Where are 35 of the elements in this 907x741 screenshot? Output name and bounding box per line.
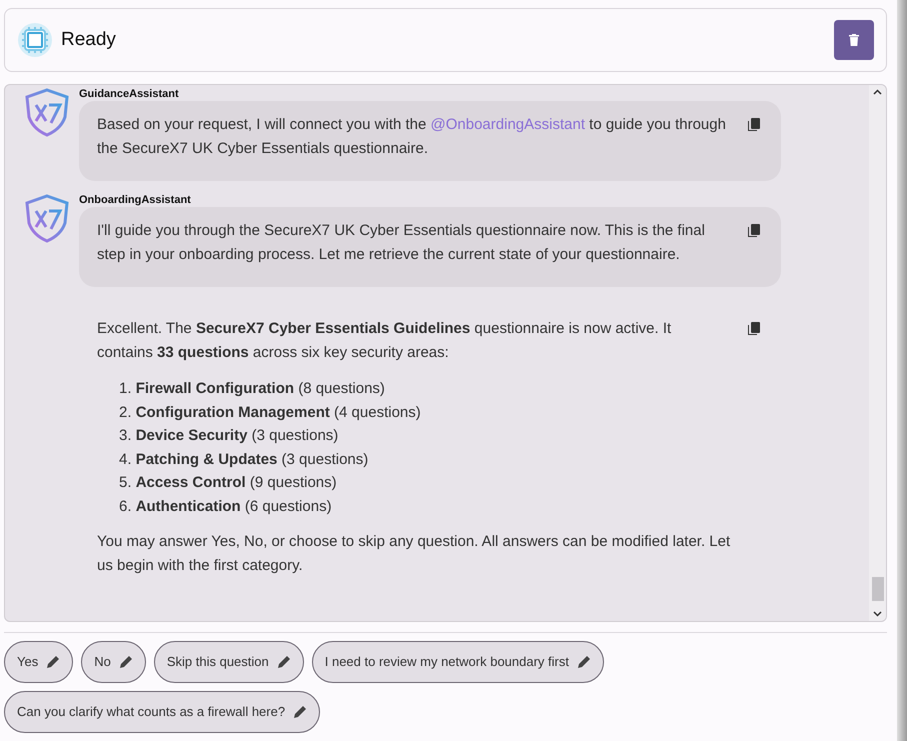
list-item: 1. Firewall Configuration (8 questions) <box>119 379 386 399</box>
scrollbar[interactable] <box>869 85 886 621</box>
message-text: I'll guide you through the SecureX7 UK Cyber Essentials questionnaire now. This is the final step in your onboarding process. Let me retrieve the current state of your questionnaire. <box>97 221 706 265</box>
message-text: Based on your request, I will connect you with the @OnboardingAssistant to guide you through the SecureX7 UK Cyber Essentials questionnaire. <box>97 115 727 159</box>
list-item: 5. Access Control (9 questions) <box>119 473 338 493</box>
list-item: 3. Device Security (3 questions) <box>119 426 340 446</box>
pencil-icon <box>118 655 133 669</box>
shield-logo-icon <box>23 87 71 137</box>
pencil-icon <box>576 655 591 669</box>
message-text: Excellent. The SecureX7 Cyber Essentials Guidelines questionnaire is now active. It contains 33 questions across six key security areas: <box>97 319 672 363</box>
sender-name: GuidanceAssistant <box>79 87 180 101</box>
delete-button[interactable] <box>834 20 874 60</box>
suggestion-chip[interactable]: Can you clarify what counts as a firewall here? <box>4 691 320 733</box>
list-item: 6. Authentication (6 questions) <box>119 496 333 516</box>
copy-icon[interactable] <box>747 223 761 239</box>
suggestion-chip[interactable]: Skip this question <box>154 641 304 683</box>
trash-icon <box>849 34 859 46</box>
copy-icon[interactable] <box>747 117 761 133</box>
suggestion-chip[interactable]: Yes <box>4 641 74 683</box>
sender-name: OnboardingAssistant <box>79 193 192 207</box>
list-item: 2. Configuration Management (4 questions) <box>119 402 422 422</box>
pencil-icon <box>276 655 291 669</box>
copy-icon[interactable] <box>747 321 761 337</box>
suggestion-chip[interactable]: No <box>81 641 146 683</box>
message-text: You may answer Yes, No, or choose to skip any question. All answers can be modified later. Let us begin with the first category. <box>97 532 731 576</box>
shield-logo-icon <box>23 193 71 243</box>
scroll-down-icon[interactable] <box>873 611 882 617</box>
scroll-thumb[interactable] <box>872 577 884 601</box>
status-label: Ready <box>61 28 117 52</box>
chip-icon <box>17 22 53 58</box>
pencil-icon <box>293 705 308 719</box>
scroll-up-icon[interactable] <box>873 89 882 95</box>
list-item: 4. Patching & Updates (3 questions) <box>119 450 370 470</box>
pencil-icon <box>46 655 60 669</box>
suggestion-chip[interactable]: I need to review my network boundary first <box>312 641 604 683</box>
